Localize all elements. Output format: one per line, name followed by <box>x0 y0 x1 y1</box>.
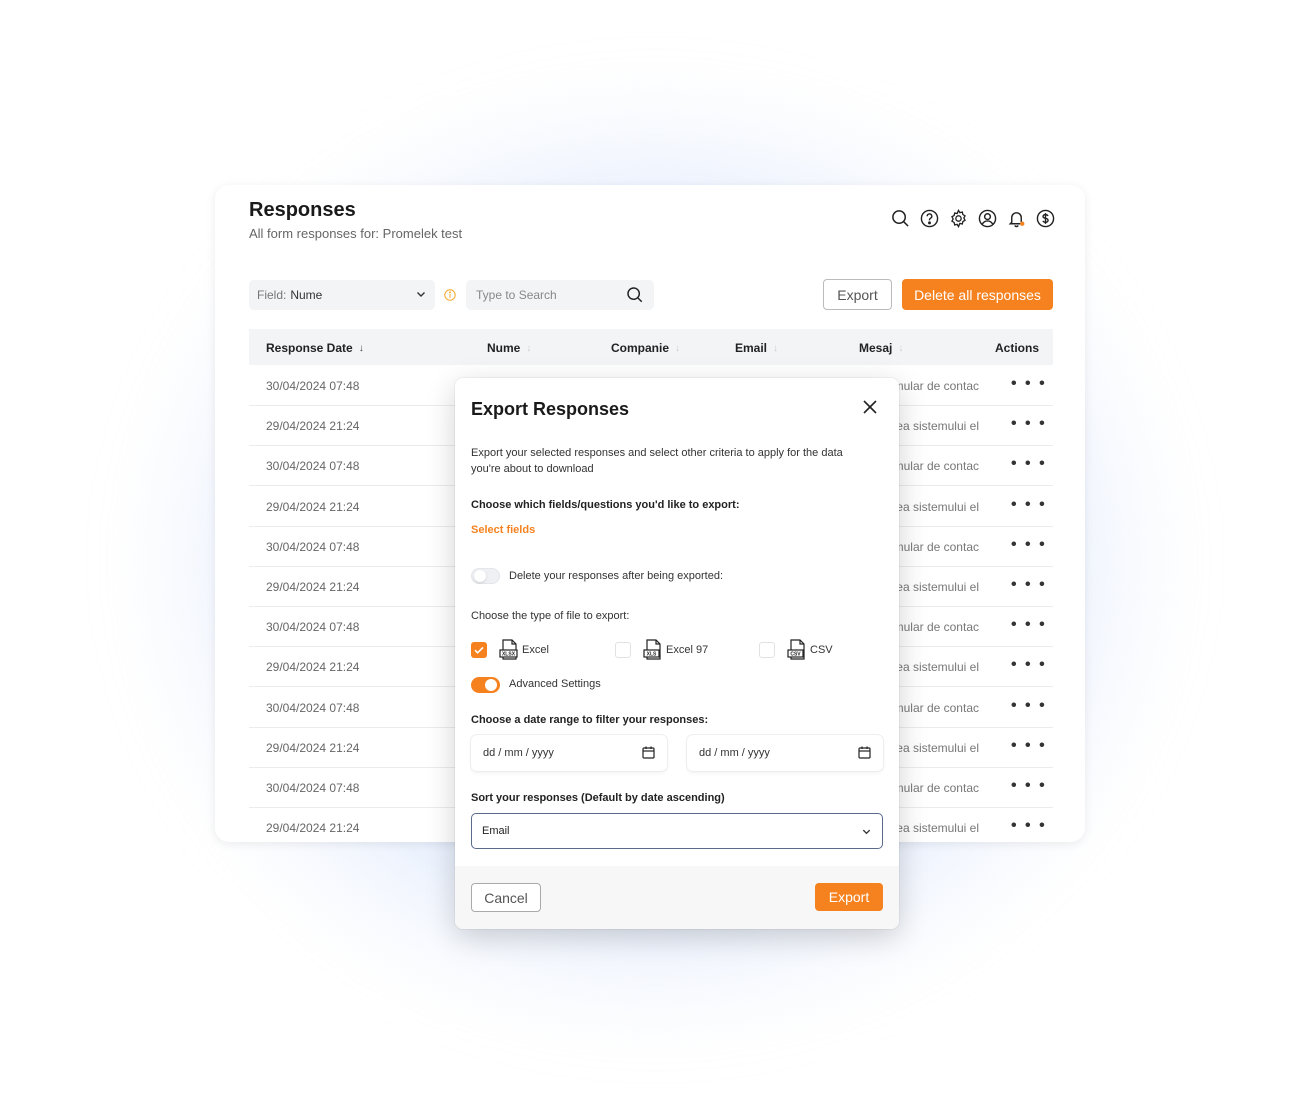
field-filter-value: Nume <box>290 288 323 302</box>
choose-fields-label: Choose which fields/questions you'd like… <box>471 499 740 511</box>
chevron-down-icon <box>862 829 871 835</box>
sort-arrow-icon: ↓ <box>526 342 532 354</box>
search-icon[interactable] <box>891 209 910 228</box>
modal-title: Export Responses <box>471 399 630 419</box>
delete-after-export-label: Delete your responses after being export… <box>509 570 724 582</box>
close-icon[interactable] <box>861 398 879 416</box>
column-header-nume[interactable]: Nume ↓ <box>487 341 531 355</box>
delete-after-export-toggle[interactable] <box>471 568 500 584</box>
settings-icon[interactable] <box>949 209 968 228</box>
more-actions-icon[interactable]: • • • <box>1011 375 1047 393</box>
sort-label: Sort your responses (Default by date asc… <box>471 792 725 804</box>
more-actions-icon[interactable]: • • • <box>1011 496 1047 514</box>
more-actions-icon[interactable]: • • • <box>1011 455 1047 473</box>
response-date-cell: 30/04/2024 07:48 <box>266 379 360 393</box>
date-range-label: Choose a date range to filter your respo… <box>471 714 709 726</box>
response-date-cell: 29/04/2024 21:24 <box>266 660 360 675</box>
help-icon[interactable] <box>920 209 939 228</box>
field-filter-select[interactable]: Field: Nume <box>249 280 435 310</box>
svg-text:XLS: XLS <box>647 652 657 658</box>
page-subtitle: All form responses for: Promelek test <box>249 226 463 241</box>
csv-label: CSV <box>810 644 833 656</box>
date-from-input[interactable]: dd / mm / yyyy <box>471 735 667 771</box>
billing-icon[interactable] <box>1036 209 1055 228</box>
export-responses-modal: Export Responses Export your selected re… <box>455 378 899 929</box>
cancel-button[interactable]: Cancel <box>471 883 541 912</box>
more-actions-icon[interactable]: • • • <box>1011 737 1047 755</box>
page-title: Responses <box>249 199 356 221</box>
csv-file-icon: CSV <box>787 639 805 660</box>
column-header-response-date[interactable]: Response Date ↓ <box>266 341 364 355</box>
response-date-cell: 30/04/2024 07:48 <box>266 539 360 554</box>
calendar-icon[interactable] <box>642 746 655 759</box>
response-date-cell: 29/04/2024 21:24 <box>266 821 360 836</box>
xlsx-file-icon: XLSX <box>499 639 518 660</box>
delete-all-responses-button[interactable]: Delete all responses <box>902 279 1053 310</box>
more-actions-icon[interactable]: • • • <box>1011 817 1047 835</box>
select-fields-link[interactable]: Select fields <box>471 524 535 536</box>
excel97-label: Excel 97 <box>666 644 709 656</box>
column-header-mesaj[interactable]: Mesaj ↓ <box>859 341 903 355</box>
excel-label: Excel <box>522 644 549 656</box>
response-date-cell: 29/04/2024 21:24 <box>266 580 360 594</box>
more-actions-icon[interactable]: • • • <box>1011 616 1047 634</box>
more-actions-icon[interactable]: • • • <box>1011 536 1047 554</box>
response-date-cell: 29/04/2024 21:24 <box>266 499 360 514</box>
export-confirm-button[interactable]: Export <box>815 883 883 911</box>
response-date-cell: 30/04/2024 07:48 <box>266 459 360 474</box>
bell-icon[interactable] <box>1007 209 1026 228</box>
advanced-settings-toggle[interactable] <box>471 677 500 693</box>
export-button[interactable]: Export <box>823 279 892 310</box>
date-to-input[interactable]: dd / mm / yyyy <box>687 735 883 771</box>
search-placeholder: Type to Search <box>476 288 557 302</box>
excel-checkbox[interactable] <box>471 642 487 658</box>
svg-text:XLSX: XLSX <box>502 652 516 658</box>
more-actions-icon[interactable]: • • • <box>1011 777 1047 795</box>
sort-select[interactable]: Email <box>471 813 883 849</box>
search-icon[interactable] <box>626 286 644 304</box>
more-actions-icon[interactable]: • • • <box>1011 576 1047 594</box>
csv-checkbox[interactable] <box>759 642 775 658</box>
excel97-checkbox[interactable] <box>615 642 631 658</box>
response-date-cell: 30/04/2024 07:48 <box>266 781 360 795</box>
sort-arrow-icon: ↓ <box>358 342 364 354</box>
top-icon-bar <box>891 209 1055 228</box>
modal-description: Export your selected responses and selec… <box>471 447 843 475</box>
xls-file-icon: XLS <box>643 639 661 660</box>
response-date-cell: 29/04/2024 21:24 <box>266 740 360 755</box>
info-icon[interactable] <box>444 289 456 301</box>
response-date-cell: 30/04/2024 07:48 <box>266 700 360 715</box>
file-type-label: Choose the type of file to export: <box>471 610 630 622</box>
calendar-icon[interactable] <box>858 746 871 759</box>
response-date-cell: 30/04/2024 07:48 <box>266 620 360 635</box>
more-actions-icon[interactable]: • • • <box>1011 656 1047 674</box>
column-header-companie[interactable]: Companie ↓ <box>611 341 680 355</box>
user-icon[interactable] <box>978 209 997 228</box>
advanced-settings-label: Advanced Settings <box>509 678 601 690</box>
table-header: Response Date ↓ Nume ↓ Companie ↓ Email ↓ Me… <box>249 329 1053 365</box>
sort-arrow-icon: ↓ <box>773 342 779 354</box>
field-filter-label: Field: <box>257 288 287 302</box>
sort-arrow-icon: ↓ <box>898 342 904 354</box>
svg-text:CSV: CSV <box>790 652 801 658</box>
chevron-down-icon <box>417 292 425 297</box>
modal-footer: Cancel Export <box>455 866 899 929</box>
column-header-actions: Actions <box>995 341 1040 355</box>
more-actions-icon[interactable]: • • • <box>1011 697 1047 715</box>
sort-arrow-icon: ↓ <box>675 342 681 354</box>
response-date-cell: 29/04/2024 21:24 <box>266 419 360 434</box>
column-header-email[interactable]: Email ↓ <box>735 341 778 355</box>
more-actions-icon[interactable]: • • • <box>1011 415 1047 433</box>
search-input[interactable]: Type to Search <box>466 280 654 310</box>
